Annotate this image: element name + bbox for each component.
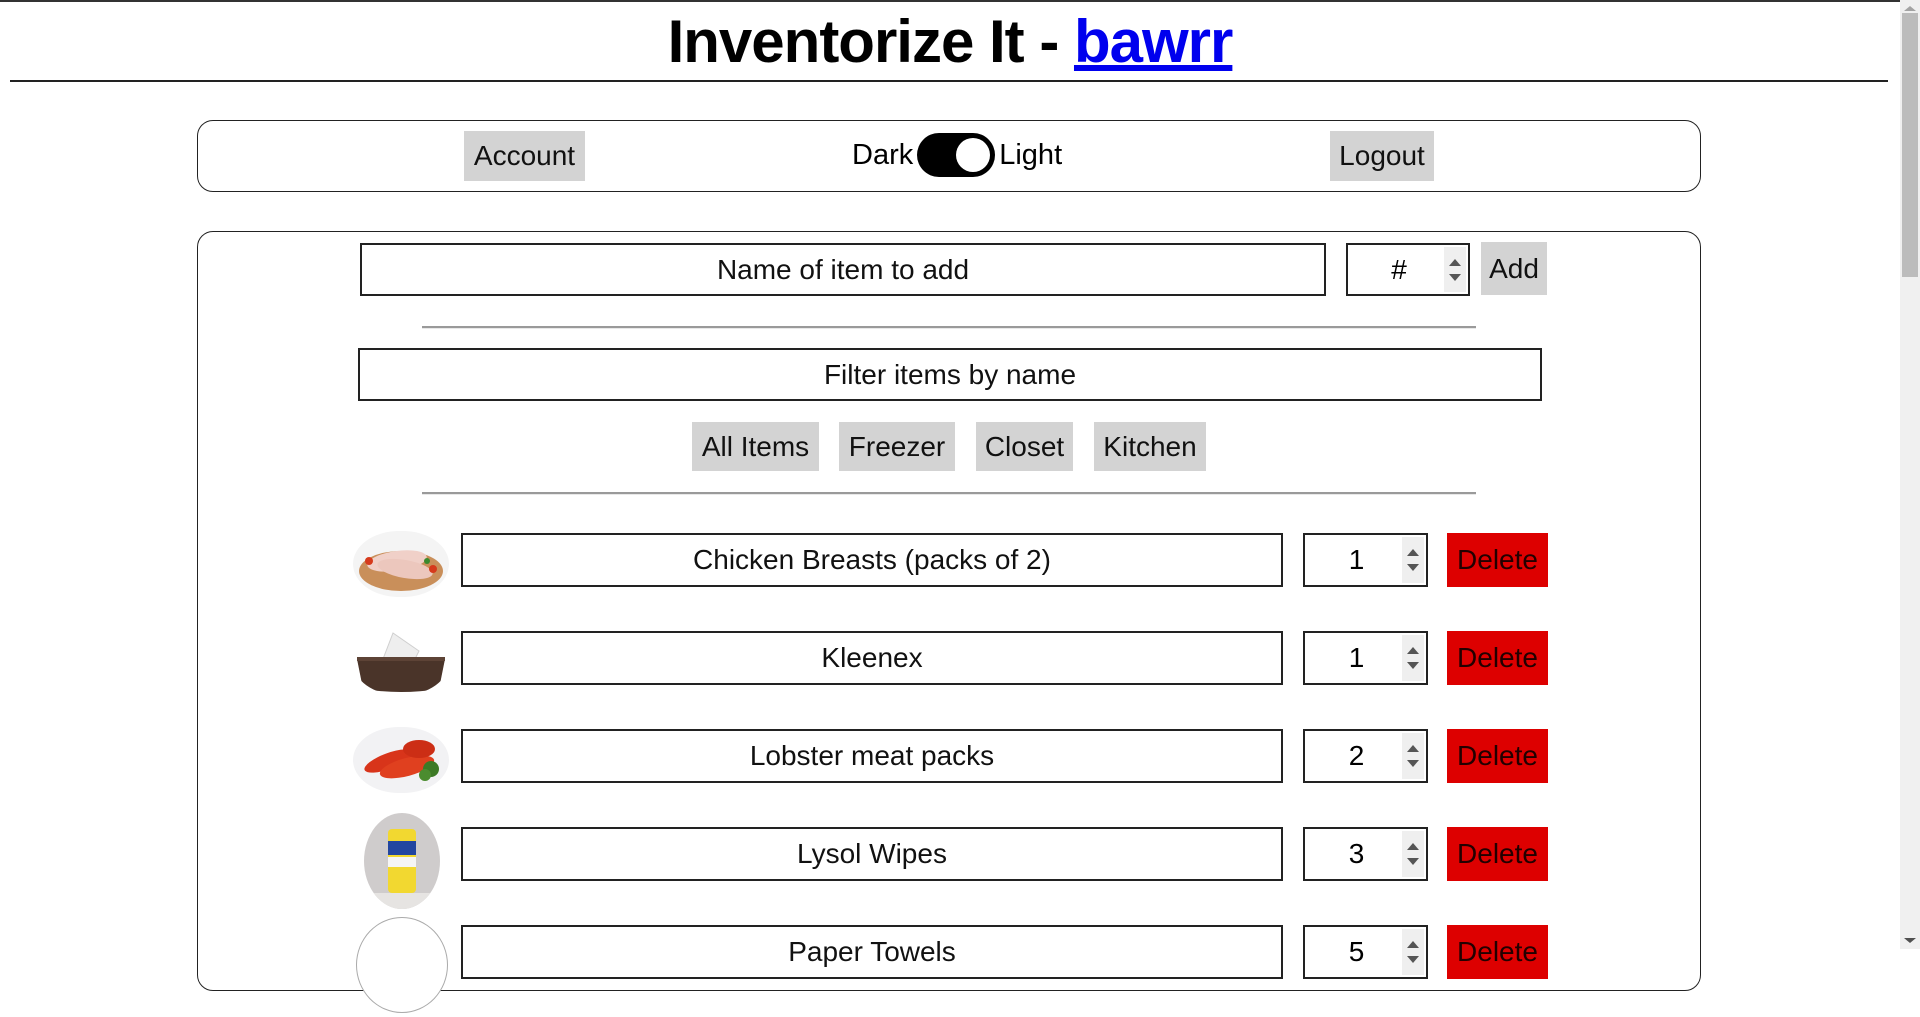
item-count-value: 1 xyxy=(1348,544,1365,575)
delete-button[interactable]: Delete xyxy=(1447,827,1548,881)
delete-button[interactable]: Delete xyxy=(1447,631,1548,685)
item-count-input[interactable]: # xyxy=(1346,243,1470,296)
spinner-up-icon[interactable] xyxy=(1407,941,1419,948)
logout-button[interactable]: Logout xyxy=(1330,131,1434,181)
spinner-up-icon[interactable] xyxy=(1407,843,1419,850)
count-spinner[interactable] xyxy=(1402,831,1424,877)
scroll-up-arrow-icon[interactable] xyxy=(1904,6,1916,11)
delete-button[interactable]: Delete xyxy=(1447,729,1548,783)
spinner-up-icon[interactable] xyxy=(1407,549,1419,556)
category-kitchen[interactable]: Kitchen xyxy=(1094,422,1206,471)
paper-towels-image xyxy=(356,917,448,1013)
item-name-field[interactable] xyxy=(461,925,1283,979)
spinner-down-icon[interactable] xyxy=(1407,858,1419,865)
add-form-divider xyxy=(422,326,1476,329)
item-count-field[interactable]: 5 xyxy=(1303,925,1428,979)
count-spinner[interactable] xyxy=(1402,929,1424,975)
item-name-field[interactable] xyxy=(461,729,1283,783)
item-count-value: 3 xyxy=(1348,838,1365,869)
item-count-value: 2 xyxy=(1348,740,1365,771)
count-spinner[interactable] xyxy=(1444,247,1466,292)
item-name-field[interactable] xyxy=(461,827,1283,881)
spinner-up-icon[interactable] xyxy=(1407,647,1419,654)
item-row: 2 Delete xyxy=(198,727,1700,821)
spinner-up-icon[interactable] xyxy=(1407,745,1419,752)
item-name-field[interactable] xyxy=(461,533,1283,587)
item-count-placeholder: # xyxy=(1391,253,1407,285)
category-all-items[interactable]: All Items xyxy=(692,422,819,471)
window-top-border xyxy=(0,0,1900,2)
chicken-breasts-image xyxy=(353,531,449,597)
lysol-wipes-image xyxy=(364,813,440,909)
spinner-down-icon[interactable] xyxy=(1449,273,1461,281)
filter-input[interactable] xyxy=(358,348,1542,401)
scroll-down-arrow-icon[interactable] xyxy=(1904,938,1916,943)
item-count-value: 1 xyxy=(1348,642,1365,673)
item-count-field[interactable]: 3 xyxy=(1303,827,1428,881)
spinner-down-icon[interactable] xyxy=(1407,662,1419,669)
item-row: 5 Delete xyxy=(198,917,1700,1017)
count-spinner[interactable] xyxy=(1402,537,1424,583)
theme-toggle-group: Dark Light xyxy=(852,133,1062,177)
item-name-field[interactable] xyxy=(461,631,1283,685)
item-count-field[interactable]: 1 xyxy=(1303,533,1428,587)
spinner-down-icon[interactable] xyxy=(1407,760,1419,767)
toggle-knob xyxy=(956,138,991,172)
item-name-input[interactable] xyxy=(360,243,1326,296)
nav-bar: Account Dark Light Logout xyxy=(197,120,1701,192)
tissue-box-image xyxy=(353,629,449,695)
page-title: Inventorize It - bawrr xyxy=(0,4,1900,80)
delete-button[interactable]: Delete xyxy=(1447,533,1548,587)
item-row: 3 Delete xyxy=(198,813,1700,919)
theme-light-label: Light xyxy=(999,138,1063,171)
scrollbar-thumb[interactable] xyxy=(1902,13,1918,277)
count-spinner[interactable] xyxy=(1402,635,1424,681)
filter-divider xyxy=(422,492,1476,495)
item-count-field[interactable]: 2 xyxy=(1303,729,1428,783)
lobster-image xyxy=(353,727,449,793)
item-row: 1 Delete xyxy=(198,531,1700,625)
username-link[interactable]: bawrr xyxy=(1074,8,1233,75)
theme-toggle-switch[interactable] xyxy=(917,133,996,177)
item-count-field[interactable]: 1 xyxy=(1303,631,1428,685)
spinner-down-icon[interactable] xyxy=(1407,956,1419,963)
title-divider xyxy=(10,80,1888,82)
add-button[interactable]: Add xyxy=(1481,242,1547,295)
delete-button[interactable]: Delete xyxy=(1447,925,1548,979)
count-spinner[interactable] xyxy=(1402,733,1424,779)
category-freezer[interactable]: Freezer xyxy=(839,422,955,471)
theme-dark-label: Dark xyxy=(852,138,914,171)
item-count-value: 5 xyxy=(1348,936,1365,967)
spinner-up-icon[interactable] xyxy=(1449,258,1461,266)
item-row: 1 Delete xyxy=(198,629,1700,723)
app-title: Inventorize It - xyxy=(667,8,1074,75)
inventory-panel: # Add All Items Freezer Closet Kitchen 1… xyxy=(197,231,1701,1013)
page-scrollbar[interactable] xyxy=(1900,0,1920,949)
category-closet[interactable]: Closet xyxy=(976,422,1073,471)
spinner-down-icon[interactable] xyxy=(1407,564,1419,571)
account-button[interactable]: Account xyxy=(464,131,585,181)
